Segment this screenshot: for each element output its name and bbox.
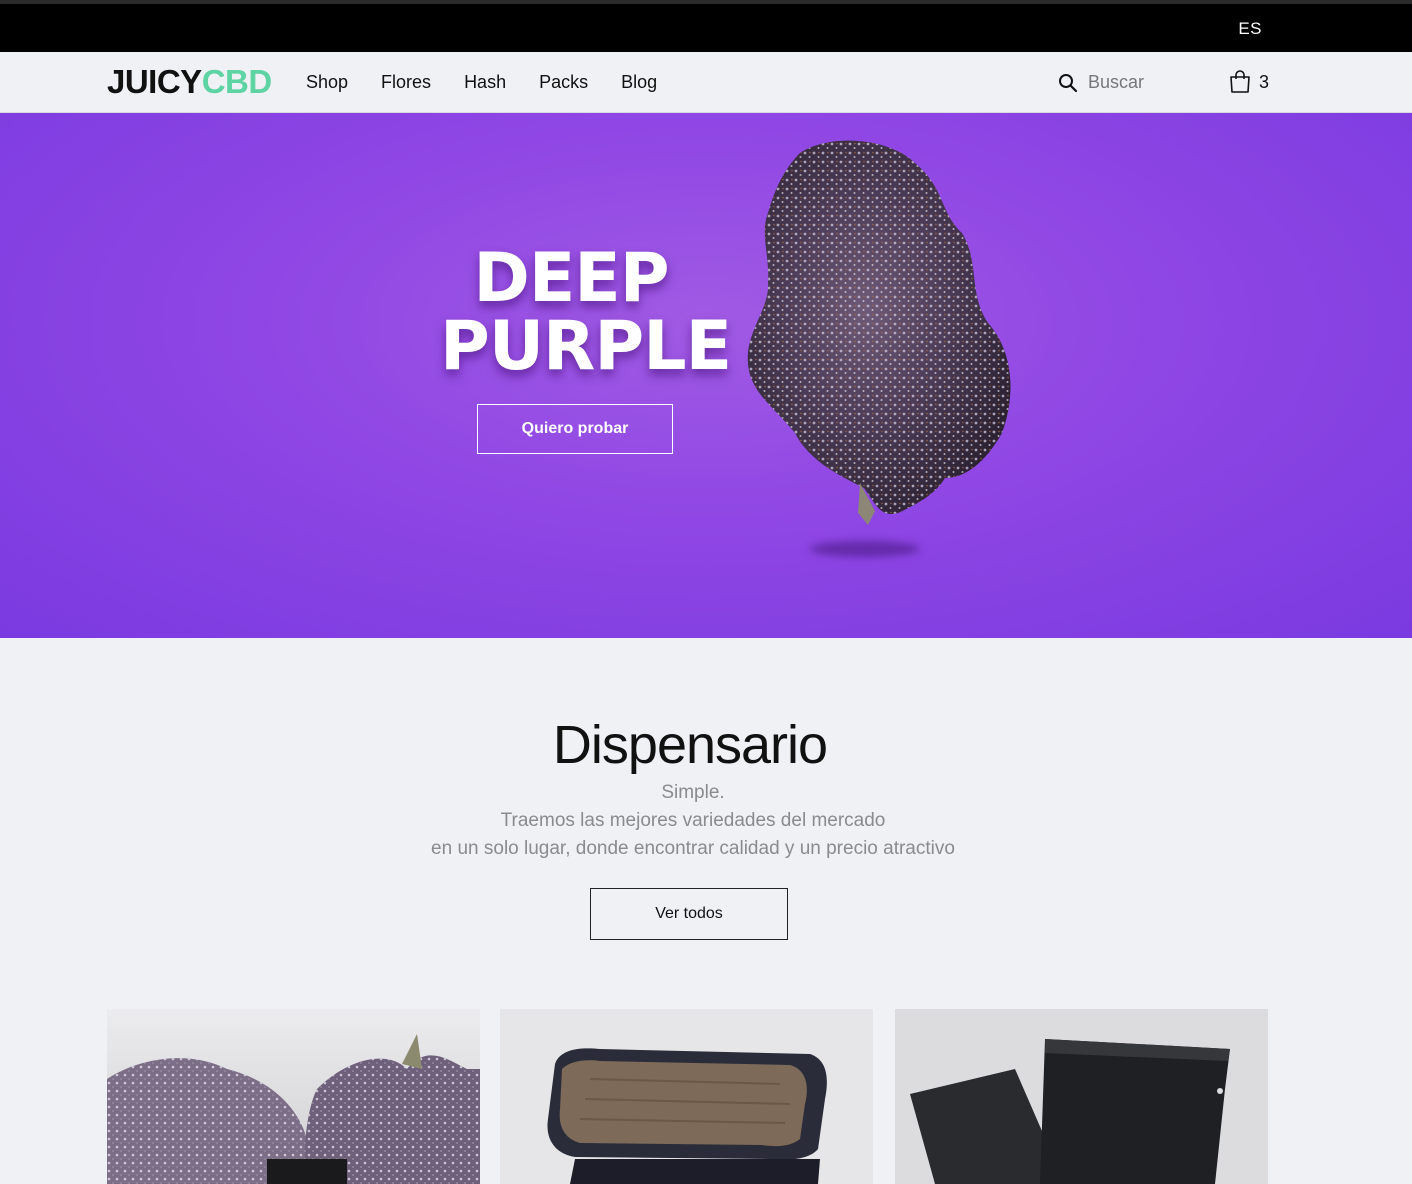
view-all-button[interactable]: Ver todos (590, 888, 788, 940)
search-input[interactable] (1088, 72, 1208, 93)
cart-count: 3 (1259, 71, 1270, 92)
section-title: Dispensario (552, 715, 828, 775)
nav-links: Shop Flores Hash Packs Blog (306, 72, 657, 93)
logo-text-juicy: JUICY (107, 63, 202, 100)
description-line-3: en un solo lugar, donde encontrar calida… (431, 838, 955, 859)
cannabis-bud-image (747, 140, 1011, 525)
hash-block-image (500, 1009, 873, 1184)
cart-button[interactable]: 3 (1229, 70, 1269, 94)
nav-item-hash[interactable]: Hash (464, 72, 506, 93)
description-line-1: Simple. (661, 782, 725, 803)
product-card-flowers[interactable] (107, 1009, 480, 1184)
flower-buds-image (107, 1009, 480, 1184)
hero-title-line2: PURPLE (440, 307, 732, 386)
try-now-button[interactable]: Quiero probar (477, 404, 673, 454)
product-card-packs[interactable] (895, 1009, 1268, 1184)
nav-item-blog[interactable]: Blog (621, 72, 657, 93)
description-line-2: Traemos las mejores variedades del merca… (500, 810, 886, 831)
section-description: Simple. Traemos las mejores variedades d… (0, 779, 1386, 863)
search-box (1058, 72, 1208, 93)
nav-item-packs[interactable]: Packs (539, 72, 588, 93)
top-bar: ES (0, 0, 1412, 52)
black-pouch-image (895, 1009, 1268, 1184)
nav-item-shop[interactable]: Shop (306, 72, 348, 93)
shopping-bag-icon (1230, 70, 1250, 93)
dispensary-section: Dispensario Simple. Traemos las mejores … (0, 638, 1412, 1184)
site-logo[interactable]: JUICYCBD (107, 64, 272, 100)
product-card-hash[interactable] (500, 1009, 873, 1184)
logo-text-cbd: CBD (201, 63, 273, 100)
hero-title: DEEP PURPLE (440, 239, 732, 386)
bud-shadow (810, 541, 920, 557)
search-icon[interactable] (1058, 73, 1078, 93)
main-navigation: JUICYCBD Shop Flores Hash Packs Blog 3 (0, 52, 1412, 113)
language-selector[interactable]: ES (1238, 19, 1262, 39)
hero-banner: DEEP PURPLE Quiero probar (0, 113, 1412, 638)
hero-title-line1: DEEP (473, 239, 669, 318)
nav-item-flores[interactable]: Flores (381, 72, 431, 93)
